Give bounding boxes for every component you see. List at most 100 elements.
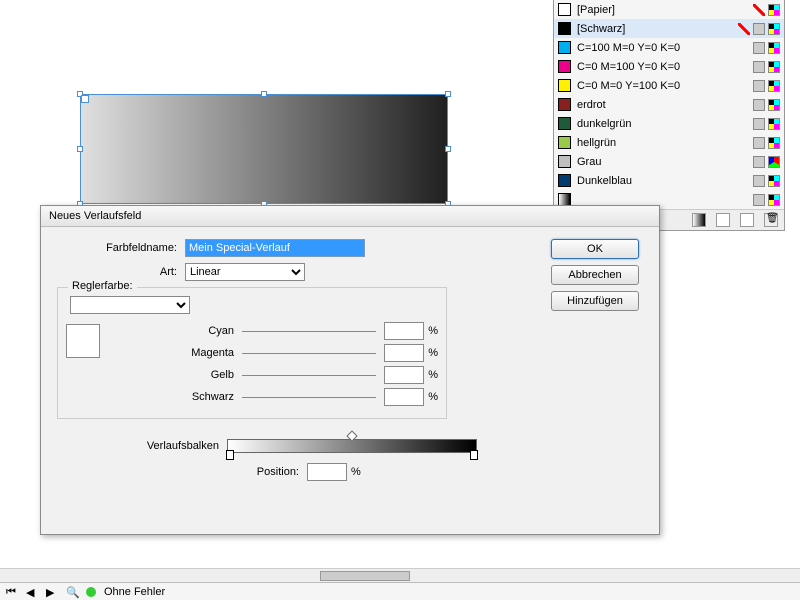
swatch-name: C=0 M=100 Y=0 K=0 bbox=[577, 61, 747, 73]
magenta-label: Magenta bbox=[112, 347, 242, 359]
cmyk-icon bbox=[768, 137, 780, 149]
schwarz-label: Schwarz bbox=[112, 391, 242, 403]
swatch-row[interactable]: dunkelgrün bbox=[554, 114, 784, 133]
cmyk-icon bbox=[768, 175, 780, 187]
gray-icon bbox=[753, 137, 765, 149]
gray-icon bbox=[753, 156, 765, 168]
swatch-row[interactable]: [Schwarz] bbox=[554, 19, 784, 38]
next-page-icon[interactable]: ▶ bbox=[46, 586, 58, 598]
no-icon bbox=[753, 4, 765, 16]
swatch-row[interactable]: Grau bbox=[554, 152, 784, 171]
dialog-title: Neues Verlaufsfeld bbox=[41, 206, 659, 227]
cyan-slider[interactable] bbox=[242, 331, 376, 332]
status-text: Ohne Fehler bbox=[104, 586, 165, 598]
cmyk-icon bbox=[768, 23, 780, 35]
cmyk-icon bbox=[768, 80, 780, 92]
scroll-thumb[interactable] bbox=[320, 571, 410, 581]
h-scrollbar[interactable] bbox=[0, 568, 800, 582]
swatch-name: Dunkelblau bbox=[577, 175, 747, 187]
swatch-name: Grau bbox=[577, 156, 747, 168]
magenta-slider[interactable] bbox=[242, 353, 376, 354]
position-label: Position: bbox=[57, 466, 307, 478]
cyan-value[interactable] bbox=[384, 322, 424, 340]
no-icon bbox=[738, 23, 750, 35]
gray-icon bbox=[753, 99, 765, 111]
gelb-slider[interactable] bbox=[242, 375, 376, 376]
prev-page-icon[interactable]: ◀ bbox=[26, 586, 38, 598]
swatch-row[interactable]: [Papier] bbox=[554, 0, 784, 19]
swatch-name: C=0 M=0 Y=100 K=0 bbox=[577, 80, 747, 92]
gray-icon bbox=[753, 194, 765, 206]
swatch-color-icon bbox=[558, 60, 571, 73]
show-gradients-icon[interactable] bbox=[692, 213, 706, 227]
gelb-label: Gelb bbox=[112, 369, 242, 381]
swatch-name: [Schwarz] bbox=[577, 23, 732, 35]
swatch-color-icon bbox=[558, 3, 571, 16]
name-label: Farbfeldname: bbox=[57, 242, 185, 254]
gray-icon bbox=[753, 42, 765, 54]
add-button[interactable]: Hinzufügen bbox=[551, 291, 639, 311]
status-bar: ⏮ ◀ ▶ 🔍 Ohne Fehler bbox=[0, 582, 800, 600]
gradient-type-select[interactable]: Linear bbox=[185, 263, 305, 281]
delete-swatch-icon[interactable] bbox=[764, 213, 778, 227]
swatch-name-input[interactable] bbox=[185, 239, 365, 257]
gradient-stop-right[interactable] bbox=[470, 450, 478, 460]
gradient-frame[interactable] bbox=[80, 94, 448, 204]
gray-icon bbox=[753, 61, 765, 73]
gray-icon bbox=[753, 80, 765, 92]
rgb-icon bbox=[768, 156, 780, 168]
status-dot-icon bbox=[86, 587, 96, 597]
stop-color-group: Reglerfarbe: Cyan% Magenta% Gelb% Schwar… bbox=[57, 287, 447, 419]
swatch-color-icon bbox=[558, 136, 571, 149]
swatch-color-icon bbox=[558, 174, 571, 187]
schwarz-slider[interactable] bbox=[242, 397, 376, 398]
swatch-name: hellgrün bbox=[577, 137, 747, 149]
ok-button[interactable]: OK bbox=[551, 239, 639, 259]
first-page-icon[interactable]: ⏮ bbox=[6, 586, 18, 598]
new-swatch-icon[interactable] bbox=[716, 213, 730, 227]
swatch-row[interactable]: hellgrün bbox=[554, 133, 784, 152]
color-preview bbox=[66, 324, 100, 358]
schwarz-value[interactable] bbox=[384, 388, 424, 406]
cmyk-icon bbox=[768, 118, 780, 130]
cyan-label: Cyan bbox=[112, 325, 242, 337]
gray-icon bbox=[753, 175, 765, 187]
cmyk-icon bbox=[768, 42, 780, 54]
gelb-value[interactable] bbox=[384, 366, 424, 384]
cmyk-icon bbox=[768, 194, 780, 206]
gradient-ramp[interactable] bbox=[227, 439, 477, 453]
position-value[interactable] bbox=[307, 463, 347, 481]
gradient-bar-label: Verlaufsbalken bbox=[57, 440, 227, 452]
swatch-row[interactable]: C=0 M=100 Y=0 K=0 bbox=[554, 57, 784, 76]
swatch-row[interactable]: erdrot bbox=[554, 95, 784, 114]
swatch-color-icon bbox=[558, 22, 571, 35]
cmyk-icon bbox=[768, 99, 780, 111]
midpoint-diamond[interactable] bbox=[346, 430, 357, 441]
swatch-color-icon bbox=[558, 79, 571, 92]
swatch-name: [Papier] bbox=[577, 4, 747, 16]
swatch-color-icon bbox=[558, 117, 571, 130]
cancel-button[interactable]: Abbrechen bbox=[551, 265, 639, 285]
group-label: Reglerfarbe: bbox=[68, 280, 137, 292]
magenta-value[interactable] bbox=[384, 344, 424, 362]
swatch-name: dunkelgrün bbox=[577, 118, 747, 130]
swatch-row[interactable]: Dunkelblau bbox=[554, 171, 784, 190]
swatch-color-icon bbox=[558, 98, 571, 111]
gray-icon bbox=[753, 23, 765, 35]
cmyk-icon bbox=[768, 61, 780, 73]
swatch-row[interactable]: C=0 M=0 Y=100 K=0 bbox=[554, 76, 784, 95]
search-icon[interactable]: 🔍 bbox=[66, 586, 78, 598]
new-gradient-dialog: Neues Verlaufsfeld Farbfeldname: Art: Li… bbox=[40, 205, 660, 535]
stop-color-select[interactable] bbox=[70, 296, 190, 314]
gradient-stop-left[interactable] bbox=[226, 450, 234, 460]
swatch-name: erdrot bbox=[577, 99, 747, 111]
cmyk-icon bbox=[768, 4, 780, 16]
swatch-color-icon bbox=[558, 41, 571, 54]
swatch-row[interactable]: C=100 M=0 Y=0 K=0 bbox=[554, 38, 784, 57]
type-label: Art: bbox=[57, 266, 185, 278]
swatches-panel: [Papier] [Schwarz] C=100 M=0 Y=0 K=0 C=0 M=… bbox=[553, 0, 785, 231]
swatch-name: C=100 M=0 Y=0 K=0 bbox=[577, 42, 747, 54]
swatch-color-icon bbox=[558, 155, 571, 168]
gray-icon bbox=[753, 118, 765, 130]
new-swatch-2-icon[interactable] bbox=[740, 213, 754, 227]
